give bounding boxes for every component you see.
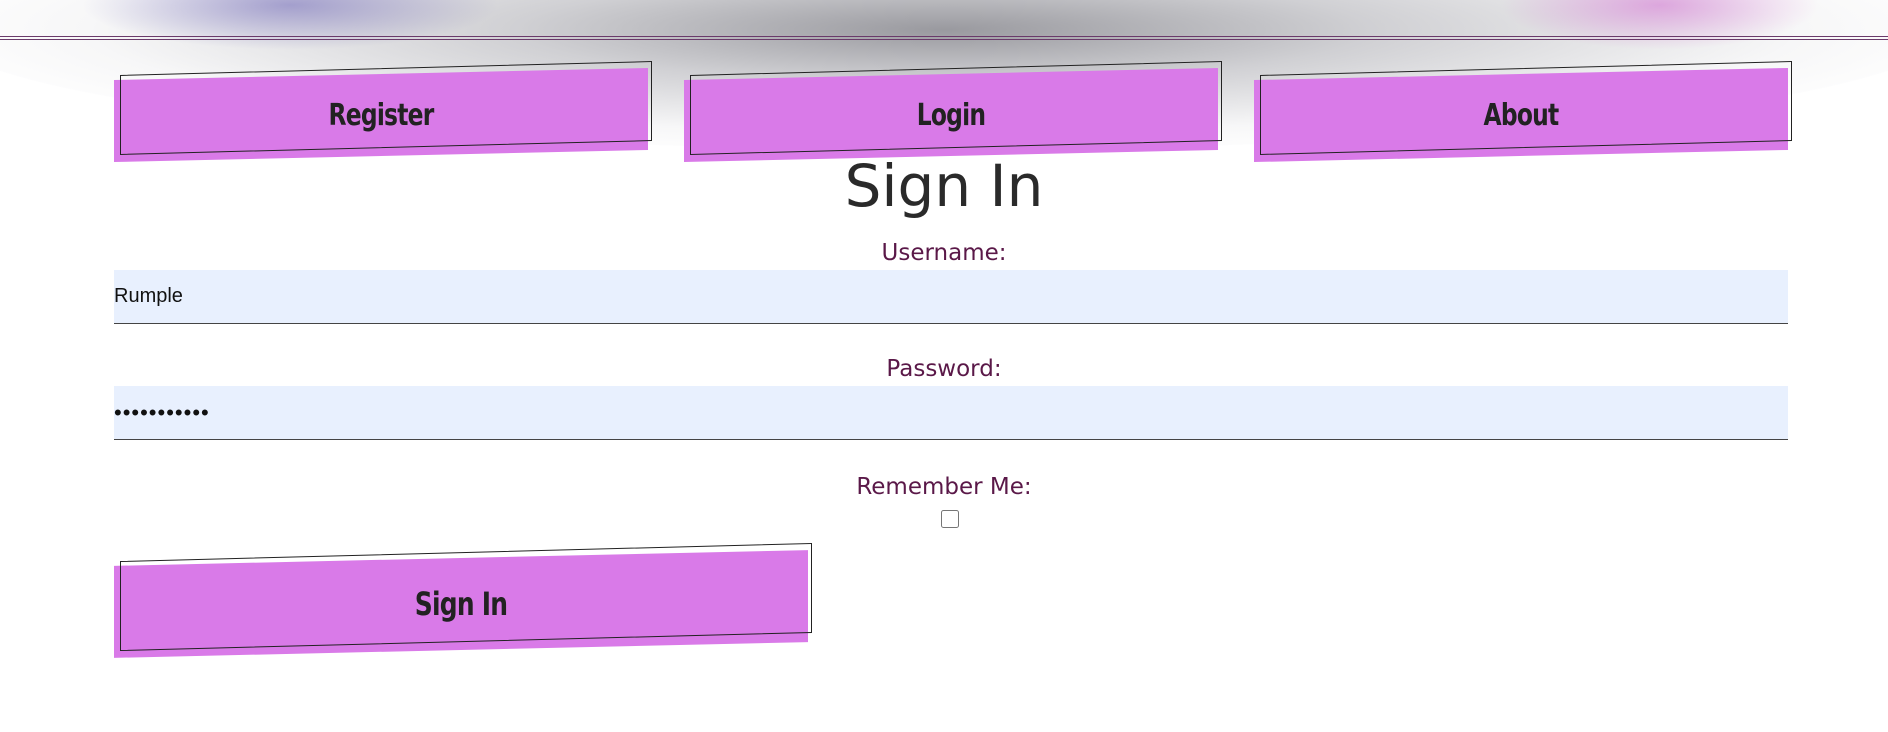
username-input[interactable] xyxy=(114,270,1788,324)
remember-me-label: Remember Me: xyxy=(856,474,1032,500)
nav-register-button[interactable]: Register xyxy=(114,61,652,163)
nav-login-button[interactable]: Login xyxy=(684,61,1222,163)
nav-register-label: Register xyxy=(328,97,435,133)
remember-me-checkbox[interactable] xyxy=(941,510,959,528)
sign-in-button[interactable]: Sign In xyxy=(114,542,812,658)
page-title: Sign In xyxy=(844,152,1044,220)
header-tint-left xyxy=(80,0,500,50)
header-tint-right xyxy=(1500,0,1820,50)
page: Register Login About Sign In Username: P… xyxy=(0,0,1888,732)
nav-about-button[interactable]: About xyxy=(1254,61,1792,163)
password-input[interactable] xyxy=(114,386,1788,440)
header-divider xyxy=(0,36,1888,37)
nav-about-label: About xyxy=(1483,97,1560,133)
sign-in-button-label: Sign In xyxy=(414,585,508,623)
username-label: Username: xyxy=(881,240,1007,266)
password-label: Password: xyxy=(886,356,1002,382)
header-divider-secondary xyxy=(0,39,1888,40)
nav-login-label: Login xyxy=(916,97,986,133)
